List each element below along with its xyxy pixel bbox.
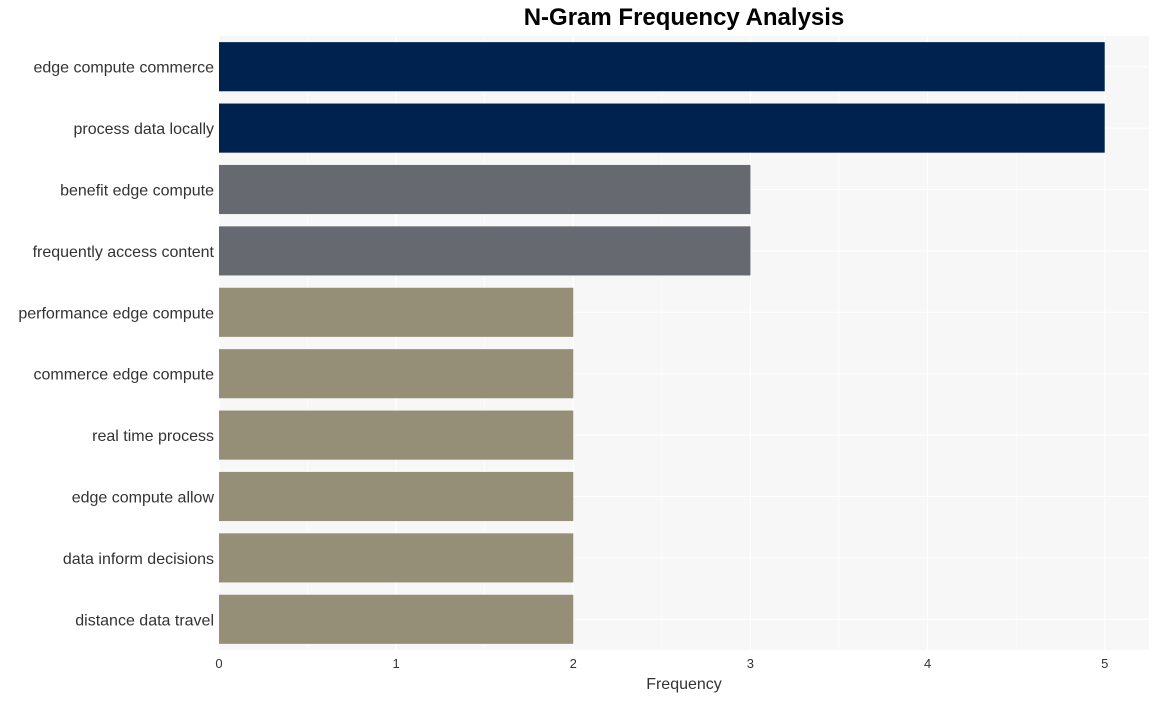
bar	[219, 533, 574, 583]
bar	[219, 164, 751, 215]
x-axis-label: Frequency	[646, 676, 722, 693]
y-tick-label: commerce edge compute	[33, 367, 214, 384]
x-tick-label: 1	[393, 656, 400, 671]
bar	[219, 349, 574, 399]
y-tick-label: edge compute allow	[72, 490, 215, 507]
y-tick-label: benefit edge compute	[60, 183, 214, 200]
y-tick-label: performance edge compute	[18, 305, 214, 322]
bar	[219, 103, 1105, 153]
y-tick-label: distance data travel	[75, 612, 214, 629]
x-tick-label: 3	[747, 656, 754, 671]
bar	[219, 287, 574, 337]
bar	[219, 594, 574, 644]
bar	[219, 471, 574, 522]
x-tick-label: 0	[215, 656, 222, 671]
y-tick-label: data inform decisions	[63, 551, 214, 568]
y-tick-label: process data locally	[73, 121, 214, 138]
bar	[219, 410, 574, 460]
bar	[219, 42, 1105, 92]
x-tick-label: 2	[570, 656, 577, 671]
x-tick-label: 5	[1101, 656, 1108, 671]
y-tick-label: edge compute commerce	[33, 60, 214, 77]
bar	[219, 226, 751, 276]
bar-chart: edge compute commerce process data locall…	[18, 36, 1149, 693]
x-tick-label: 4	[924, 656, 931, 671]
y-tick-label: real time process	[92, 428, 214, 445]
y-tick-label: frequently access content	[33, 244, 215, 261]
